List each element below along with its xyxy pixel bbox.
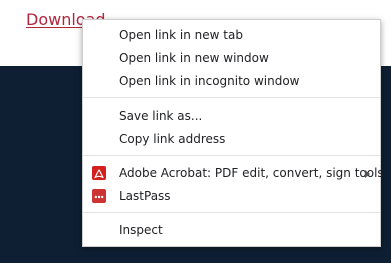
adobe-acrobat-icon [92, 166, 106, 180]
menu-separator [83, 212, 380, 213]
submenu-arrow-icon [365, 170, 370, 178]
menu-item-copy-link-address[interactable]: Copy link address [83, 128, 380, 150]
menu-item-label: Open link in new window [119, 51, 269, 65]
menu-item-label: Open link in new tab [119, 28, 243, 42]
menu-separator [83, 155, 380, 156]
menu-item-label: Inspect [119, 223, 163, 237]
menu-item-open-new-window[interactable]: Open link in new window [83, 47, 380, 69]
context-menu: Open link in new tab Open link in new wi… [82, 19, 384, 247]
menu-item-save-link-as[interactable]: Save link as... [83, 105, 380, 127]
menu-item-label: LastPass [119, 189, 171, 203]
menu-item-open-incognito[interactable]: Open link in incognito window [83, 70, 380, 92]
menu-item-inspect[interactable]: Inspect [83, 219, 380, 241]
menu-item-label: Copy link address [119, 132, 226, 146]
menu-item-open-new-tab[interactable]: Open link in new tab [83, 24, 380, 46]
menu-item-label: Open link in incognito window [119, 74, 300, 88]
menu-item-lastpass[interactable]: LastPass [83, 185, 380, 207]
menu-item-label: Save link as... [119, 109, 203, 123]
lastpass-icon [92, 189, 106, 203]
menu-separator [83, 97, 380, 98]
menu-item-label: Adobe Acrobat: PDF edit, convert, sign t… [119, 166, 384, 180]
menu-item-adobe-acrobat[interactable]: Adobe Acrobat: PDF edit, convert, sign t… [83, 162, 384, 184]
